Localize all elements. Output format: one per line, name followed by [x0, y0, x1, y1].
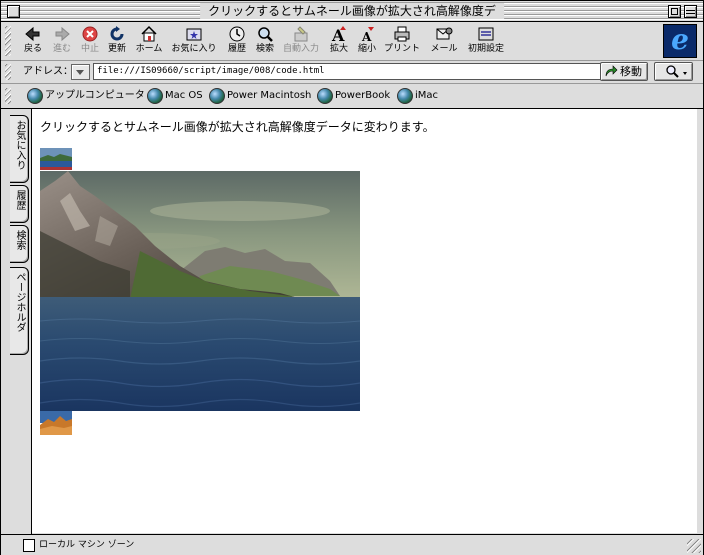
page-content: クリックするとサムネール画像が拡大され高解像度データに変わります。 — [32, 109, 697, 533]
globe-icon — [27, 88, 43, 104]
thumbnail-image-seascape[interactable] — [40, 148, 72, 170]
right-edge — [698, 109, 703, 534]
thumbnail-image-desert[interactable] — [40, 411, 72, 435]
go-arrow-icon — [605, 65, 618, 77]
autofill-icon — [294, 26, 308, 42]
go-button[interactable]: 移動 — [600, 62, 648, 81]
mail-button[interactable]: メール — [429, 25, 459, 58]
globe-icon — [209, 88, 225, 104]
forward-button[interactable]: 進む — [50, 25, 74, 58]
close-box[interactable] — [7, 5, 20, 18]
autofill-button[interactable]: 自動入力 — [281, 25, 321, 58]
printer-icon — [394, 26, 410, 42]
refresh-button[interactable]: 更新 — [105, 25, 129, 58]
favorites-bar: アップルコンピュータ Mac OS Power Macintosh PowerB… — [1, 84, 703, 109]
address-label: アドレス： — [23, 66, 73, 77]
address-history-dropdown[interactable] — [71, 64, 90, 80]
address-input[interactable]: file:///IS09660/script/image/008/code.ht… — [93, 63, 603, 80]
toolbar-grip[interactable] — [5, 26, 11, 56]
globe-icon — [147, 88, 163, 104]
forward-arrow-icon — [55, 26, 70, 42]
title-bar[interactable]: クリックするとサムネール画像が拡大され高解像度デ — [1, 1, 703, 22]
status-bar: ローカル マシン ゾーン — [1, 534, 703, 555]
search-menu-button[interactable] — [654, 62, 693, 81]
search-icon — [258, 27, 273, 42]
history-button[interactable]: 履歴 — [225, 25, 249, 58]
favorites-bar-grip[interactable] — [5, 88, 11, 104]
preferences-button[interactable]: 初期設定 — [465, 25, 507, 58]
intro-text: クリックするとサムネール画像が拡大され高解像度データに変わります。 — [40, 120, 435, 134]
address-bar-grip[interactable] — [5, 64, 11, 80]
browser-window: クリックするとサムネール画像が拡大され高解像度デ 戻る 進む 中止 更新 ホーム — [0, 0, 704, 555]
refresh-icon — [110, 26, 124, 41]
window-title: クリックするとサムネール画像が拡大され高解像度デ — [200, 3, 504, 19]
zoom-box[interactable] — [668, 5, 681, 18]
magnifier-icon — [666, 65, 687, 78]
stop-icon — [82, 26, 98, 42]
search-button[interactable]: 検索 — [253, 25, 277, 58]
favorites-button[interactable]: お気に入り — [171, 25, 217, 58]
smaller-text-icon: A — [361, 27, 374, 43]
larger-text-icon: A — [331, 26, 346, 43]
tab-history[interactable]: 履歴 — [10, 185, 29, 223]
toolbar: 戻る 進む 中止 更新 ホーム お気に入り 履歴 検索 自動入力 A 拡大 A … — [1, 22, 703, 61]
ie-logo: e — [663, 23, 697, 58]
tab-page-holder[interactable]: ページホルダ — [10, 267, 29, 355]
larger-text-button[interactable]: A 拡大 — [327, 25, 351, 58]
address-bar: アドレス： file:///IS09660/script/image/008/c… — [1, 61, 703, 84]
local-zone-icon — [23, 539, 35, 552]
ie-logo-icon: e — [671, 23, 689, 56]
home-button[interactable]: ホーム — [134, 25, 164, 58]
print-button[interactable]: プリント — [383, 25, 421, 58]
tab-search[interactable]: 検索 — [10, 225, 29, 263]
stop-button[interactable]: 中止 — [78, 25, 102, 58]
home-icon — [141, 25, 157, 42]
enlarged-landscape-image[interactable] — [40, 171, 360, 411]
back-button[interactable]: 戻る — [21, 25, 45, 58]
resize-grip[interactable] — [687, 539, 701, 553]
globe-icon — [317, 88, 333, 104]
preferences-icon — [478, 27, 494, 41]
security-zone-text: ローカル マシン ゾーン — [39, 540, 135, 550]
svg-text:A: A — [361, 30, 372, 43]
mail-icon — [436, 27, 453, 40]
tab-favorites[interactable]: お気に入り — [10, 115, 29, 183]
collapse-box[interactable] — [684, 5, 697, 18]
smaller-text-button[interactable]: A 縮小 — [355, 25, 379, 58]
back-arrow-icon — [25, 26, 40, 42]
globe-icon — [397, 88, 413, 104]
explorer-side-tabs: お気に入り 履歴 検索 ページホルダ — [1, 109, 32, 534]
history-clock-icon — [229, 26, 245, 42]
favorites-icon — [186, 28, 202, 41]
